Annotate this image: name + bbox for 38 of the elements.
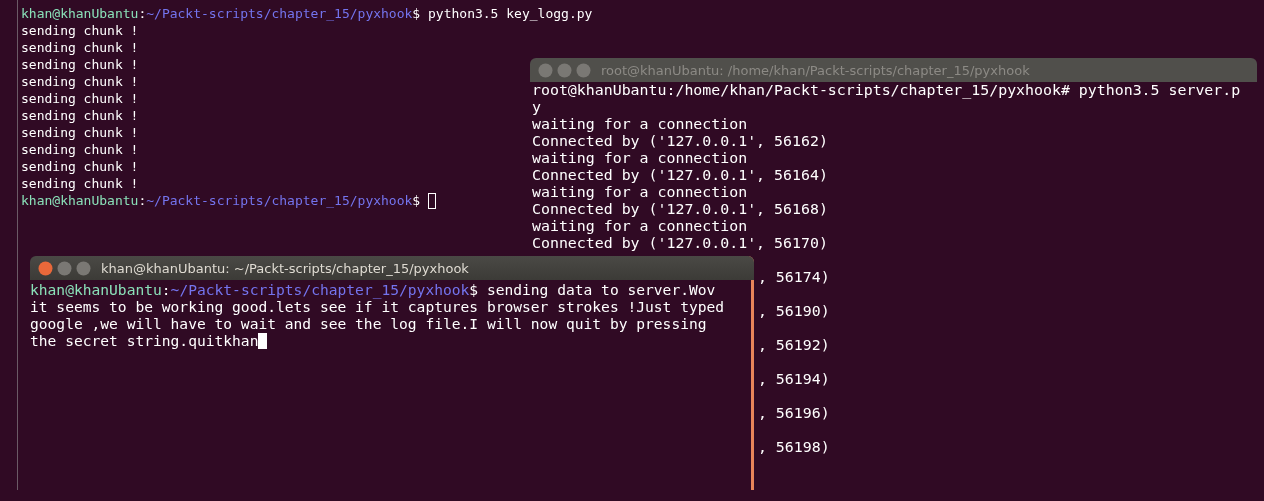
prompt-line: khan@khanUbantu:~/Packt-scripts/chapter_15/pyxhook$ [21, 192, 421, 209]
output-line: sending chunk ! [21, 56, 139, 73]
output-line: sending chunk ! [21, 175, 139, 192]
output-line: , 56190) [757, 303, 830, 320]
output-line: Connected by ('127.0.0.1', 56164) [532, 167, 828, 184]
output-line: Connected by ('127.0.0.1', 56170) [532, 235, 828, 252]
output-line: y [532, 99, 541, 116]
output-line: sending chunk ! [21, 22, 139, 39]
output-line: sending chunk ! [21, 141, 139, 158]
output-line: waiting for a connection [532, 150, 748, 167]
output-line: Connected by ('127.0.0.1', 56162) [532, 133, 828, 150]
output-line: , 56174) [757, 269, 830, 286]
output-line: sending chunk ! [21, 158, 139, 175]
output-line: sending chunk ! [21, 90, 139, 107]
close-icon[interactable] [38, 260, 53, 276]
output-line: , 56198) [757, 439, 830, 456]
output-line: sending chunk ! [21, 124, 139, 141]
prompt-line: khan@khanUbantu:~/Packt-scripts/chapter_15/pyxhook$ sending data to server.Wov [30, 281, 716, 298]
output-line: waiting for a connection [532, 218, 748, 235]
minimize-icon[interactable] [57, 260, 72, 276]
title-bar[interactable]: khan@khanUbantu: ~/Packt-scripts/chapter_15/pyxhook [30, 256, 754, 280]
output-line: , 56194) [757, 371, 830, 388]
output-line: sending chunk ! [21, 73, 139, 90]
maximize-icon[interactable] [76, 260, 91, 276]
prompt-line: khan@khanUbantu:~/Packt-scripts/chapter_15/pyxhook$ python3.5 key_logg.py [21, 5, 593, 22]
output-line: waiting for a connection [532, 116, 748, 133]
output-line: , 56196) [757, 405, 830, 422]
output-line: sending chunk ! [21, 107, 139, 124]
output-line: Connected by ('127.0.0.1', 56168) [532, 201, 828, 218]
output-line: waiting for a connection [532, 184, 748, 201]
window-title: khan@khanUbantu: ~/Packt-scripts/chapter_15/pyxhook [101, 260, 469, 276]
output-line: root@khanUbantu:/home/khan/Packt-scripts/chapter_15/pyxhook# python3.5 server.p [532, 82, 1241, 99]
output-line: it seems to be working good.lets see if it captures browser strokes !Just typed [30, 298, 725, 315]
output-line: google ,we will have to wait and see the log file.I will now quit by pressing [30, 315, 707, 332]
output-line: , 56192) [757, 337, 830, 354]
output-line: sending chunk ! [21, 39, 139, 56]
window-title: root@khanUbantu: /home/khan/Packt-scripts/chapter_15/pyxhook [601, 62, 1030, 78]
output-line: the secret string.quitkhan [30, 332, 259, 349]
